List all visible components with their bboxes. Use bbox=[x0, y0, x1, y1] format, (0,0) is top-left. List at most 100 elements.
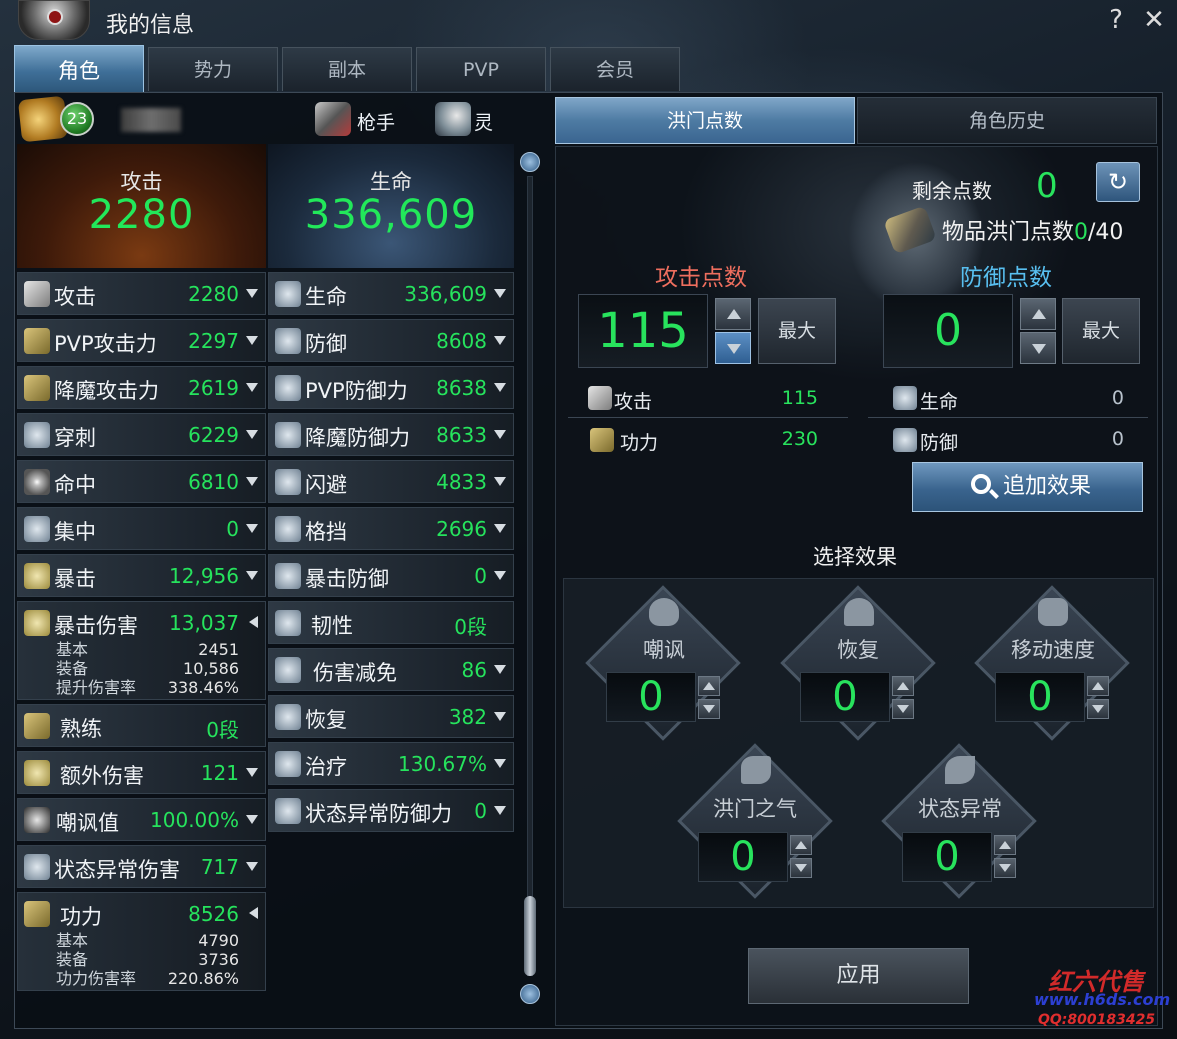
expand-arrow-icon[interactable] bbox=[494, 289, 506, 298]
detail-value: 2451 bbox=[198, 640, 239, 659]
expand-arrow-icon[interactable] bbox=[246, 336, 258, 345]
expand-arrow-icon[interactable] bbox=[246, 524, 258, 533]
scroll-track[interactable] bbox=[527, 176, 533, 976]
stat-value: 8638 bbox=[436, 376, 487, 400]
tab-character-history[interactable]: 角色历史 bbox=[857, 97, 1157, 144]
stat-row-pierce[interactable]: 穿刺 6229 bbox=[17, 413, 266, 456]
stat-row-toughness[interactable]: 韧性 0段 bbox=[268, 601, 514, 644]
critical-damage-icon bbox=[24, 610, 50, 636]
power-fist-icon bbox=[24, 901, 50, 927]
stat-value: 8608 bbox=[436, 329, 487, 353]
taunt-label: 嘲讽 bbox=[643, 638, 685, 662]
help-button[interactable]: ? bbox=[1102, 6, 1130, 34]
spirit-value: 0 bbox=[698, 832, 788, 882]
stat-row-healing[interactable]: 治疗 130.67% bbox=[268, 742, 514, 785]
expand-arrow-icon[interactable] bbox=[494, 524, 506, 533]
expand-arrow-icon[interactable] bbox=[246, 815, 258, 824]
taunt-down-button[interactable] bbox=[698, 699, 720, 719]
title-bar: 我的信息 ? ✕ bbox=[0, 0, 1177, 44]
collapse-arrow-icon[interactable] bbox=[249, 907, 258, 919]
stat-row-critical[interactable]: 暴击 12,956 bbox=[17, 554, 266, 597]
recovery-down-button[interactable] bbox=[892, 699, 914, 719]
attack-max-button[interactable]: 最大 bbox=[758, 298, 836, 364]
stat-value: 0 bbox=[474, 799, 487, 823]
stat-row-pvp-defense[interactable]: PVP防御力 8638 bbox=[268, 366, 514, 409]
character-name-blurred bbox=[121, 108, 181, 132]
defense-max-button[interactable]: 最大 bbox=[1062, 298, 1140, 364]
detail-label: 功力伤害率 bbox=[56, 969, 137, 988]
item-points-label: 物品洪门点数0/40 bbox=[942, 214, 1123, 246]
pvp-shield-icon bbox=[275, 375, 301, 401]
stat-row-recovery[interactable]: 恢复 382 bbox=[268, 695, 514, 738]
evasion-icon bbox=[275, 469, 301, 495]
stat-row-status-defense[interactable]: 状态异常防御力 0 bbox=[268, 789, 514, 832]
add-effect-button[interactable]: 追加效果 bbox=[912, 462, 1143, 512]
stat-row-demon-attack[interactable]: 降魔攻击力 2619 bbox=[17, 366, 266, 409]
attack-points-down-button[interactable] bbox=[715, 332, 751, 364]
stat-row-attack[interactable]: 攻击 2280 bbox=[17, 272, 266, 315]
speed-down-button[interactable] bbox=[1087, 699, 1109, 719]
tab-faction[interactable]: 势力 bbox=[148, 47, 278, 91]
expand-arrow-icon[interactable] bbox=[246, 430, 258, 439]
status-up-button[interactable] bbox=[994, 835, 1016, 855]
expand-arrow-icon[interactable] bbox=[246, 768, 258, 777]
scroll-thumb[interactable] bbox=[524, 896, 536, 976]
tab-dungeon[interactable]: 副本 bbox=[282, 47, 412, 91]
scroll-up-button[interactable] bbox=[520, 152, 540, 172]
expand-arrow-icon[interactable] bbox=[494, 383, 506, 392]
expand-arrow-icon[interactable] bbox=[494, 477, 506, 486]
expand-arrow-icon[interactable] bbox=[494, 712, 506, 721]
expand-arrow-icon[interactable] bbox=[246, 383, 258, 392]
expand-arrow-icon[interactable] bbox=[494, 336, 506, 345]
stat-row-defense[interactable]: 防御 8608 bbox=[268, 319, 514, 362]
expand-arrow-icon[interactable] bbox=[494, 806, 506, 815]
spirit-down-button[interactable] bbox=[790, 858, 812, 878]
stat-row-focus[interactable]: 集中 0 bbox=[17, 507, 266, 550]
taunt-up-button[interactable] bbox=[698, 676, 720, 696]
tab-character[interactable]: 角色 bbox=[14, 45, 144, 93]
speed-up-button[interactable] bbox=[1087, 676, 1109, 696]
tab-membership[interactable]: 会员 bbox=[550, 47, 680, 91]
status-down-button[interactable] bbox=[994, 858, 1016, 878]
scroll-down-button[interactable] bbox=[520, 984, 540, 1004]
stat-row-evasion[interactable]: 闪避 4833 bbox=[268, 460, 514, 503]
stat-row-demon-defense[interactable]: 降魔防御力 8633 bbox=[268, 413, 514, 456]
apply-button[interactable]: 应用 bbox=[748, 948, 969, 1004]
stat-row-mastery[interactable]: 熟练 0段 bbox=[17, 704, 266, 747]
defense-points-down-button[interactable] bbox=[1020, 332, 1056, 364]
expand-arrow-icon[interactable] bbox=[246, 571, 258, 580]
shield-icon bbox=[275, 328, 301, 354]
expand-arrow-icon[interactable] bbox=[246, 289, 258, 298]
tab-pvp[interactable]: PVP bbox=[416, 47, 546, 91]
recovery-label: 恢复 bbox=[837, 638, 879, 662]
reset-points-button[interactable]: ↻ bbox=[1096, 162, 1140, 202]
expand-arrow-icon[interactable] bbox=[494, 665, 506, 674]
stat-row-hp[interactable]: 生命 336,609 bbox=[268, 272, 514, 315]
defense-points-up-button[interactable] bbox=[1020, 298, 1056, 330]
expand-arrow-icon[interactable] bbox=[246, 862, 258, 871]
recovery-up-button[interactable] bbox=[892, 676, 914, 696]
stat-row-status-damage[interactable]: 状态异常伤害 717 bbox=[17, 845, 266, 888]
expand-arrow-icon[interactable] bbox=[494, 571, 506, 580]
stat-row-extra-damage[interactable]: 额外伤害 121 bbox=[17, 751, 266, 794]
stat-row-damage-reduction[interactable]: 伤害减免 86 bbox=[268, 648, 514, 691]
stat-row-crit-defense[interactable]: 暴击防御 0 bbox=[268, 554, 514, 597]
stat-row-block[interactable]: 格挡 2696 bbox=[268, 507, 514, 550]
add-effect-label: 追加效果 bbox=[1003, 474, 1092, 499]
expand-arrow-icon[interactable] bbox=[246, 477, 258, 486]
attack-points-up-button[interactable] bbox=[715, 298, 751, 330]
stat-row-power[interactable]: 功力 8526 基本 4790 装备 3736 功力伤害率 220.86% bbox=[17, 892, 266, 991]
expand-arrow-icon[interactable] bbox=[494, 430, 506, 439]
stat-row-taunt[interactable]: 嘲讽值 100.00% bbox=[17, 798, 266, 841]
tab-hongmen-points[interactable]: 洪门点数 bbox=[555, 97, 855, 144]
crossed-swords-icon bbox=[24, 281, 50, 307]
stat-row-pvp-attack[interactable]: PVP攻击力 2297 bbox=[17, 319, 266, 362]
attack-summary-value: 2280 bbox=[88, 192, 195, 238]
stat-row-accuracy[interactable]: 命中 6810 bbox=[17, 460, 266, 503]
stat-row-critical-damage[interactable]: 暴击伤害 13,037 基本 2451 装备 10,586 提升伤害率 338.… bbox=[17, 601, 266, 700]
stat-scrollbar[interactable] bbox=[519, 152, 541, 1004]
spirit-up-button[interactable] bbox=[790, 835, 812, 855]
collapse-arrow-icon[interactable] bbox=[249, 616, 258, 628]
expand-arrow-icon[interactable] bbox=[494, 759, 506, 768]
close-button[interactable]: ✕ bbox=[1140, 6, 1168, 34]
